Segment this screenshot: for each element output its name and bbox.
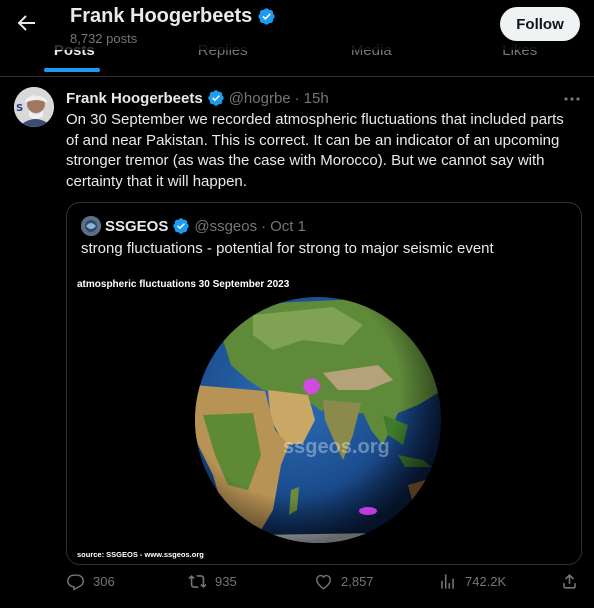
- post-text: On 30 September we recorded atmospheric …: [66, 111, 564, 190]
- globe-image: ssgeos.org: [195, 297, 441, 543]
- quoted-author-avatar: [81, 216, 101, 236]
- fluctuation-marker: [359, 507, 377, 515]
- verified-badge-icon: [258, 8, 275, 25]
- author-avatar[interactable]: S: [14, 87, 54, 127]
- verified-badge-icon: [173, 218, 190, 234]
- reply-button[interactable]: 306: [66, 572, 115, 591]
- share-icon: [563, 574, 576, 589]
- like-count: 2,857: [341, 574, 374, 589]
- image-source: source: SSGEOS - www.ssgeos.org: [77, 550, 204, 559]
- analytics-icon: [441, 574, 454, 589]
- separator-dot: ·: [294, 89, 300, 107]
- post-count: 8,732 posts: [70, 31, 146, 46]
- repost-button[interactable]: 935: [188, 572, 237, 591]
- like-button[interactable]: 2,857: [314, 572, 374, 591]
- separator-dot: ·: [261, 217, 267, 235]
- heart-icon: [316, 574, 331, 590]
- post-author-name[interactable]: Frank Hoogerbeets: [66, 90, 203, 107]
- repost-icon: [188, 575, 207, 588]
- quoted-timestamp: Oct 1: [270, 217, 306, 235]
- quoted-author-name: SSGEOS: [105, 217, 169, 235]
- view-count: 742.2K: [465, 574, 507, 589]
- post-handle[interactable]: @hogrbe: [229, 90, 291, 107]
- reply-count: 306: [93, 574, 115, 589]
- profile-header: Posts Replies Media Likes Frank Hoogerbe…: [0, 0, 594, 77]
- image-title: atmospheric fluctuations 30 September 20…: [77, 279, 290, 290]
- profile-name: Frank Hoogerbeets: [70, 5, 253, 27]
- post-actions: 306 935 2,857 742.2K: [66, 572, 580, 600]
- back-arrow-icon[interactable]: [14, 11, 38, 35]
- more-options-icon[interactable]: [562, 89, 582, 109]
- image-watermark: ssgeos.org: [283, 436, 390, 458]
- quoted-handle: @ssgeos: [194, 217, 258, 235]
- profile-title: Frank Hoogerbeets: [70, 5, 276, 28]
- svg-text:S: S: [16, 103, 23, 114]
- views-button[interactable]: 742.2K: [438, 572, 506, 591]
- post-timestamp[interactable]: 15h: [304, 90, 329, 107]
- quoted-post[interactable]: SSGEOS @ssgeos · Oct 1 strong fluctuatio…: [66, 202, 582, 565]
- quoted-post-image[interactable]: atmospheric fluctuations 30 September 20…: [69, 273, 581, 564]
- verified-badge-icon: [207, 90, 224, 106]
- reply-icon: [67, 574, 84, 591]
- post-header: Frank Hoogerbeets @hogrbe · 15h: [66, 89, 329, 107]
- quoted-post-text: strong fluctuations - potential for stro…: [81, 240, 494, 257]
- share-button[interactable]: [560, 572, 579, 591]
- quoted-post-header: SSGEOS @ssgeos · Oct 1: [81, 216, 306, 236]
- active-tab-indicator: [44, 68, 100, 72]
- follow-button[interactable]: Follow: [500, 7, 580, 41]
- repost-count: 935: [215, 574, 237, 589]
